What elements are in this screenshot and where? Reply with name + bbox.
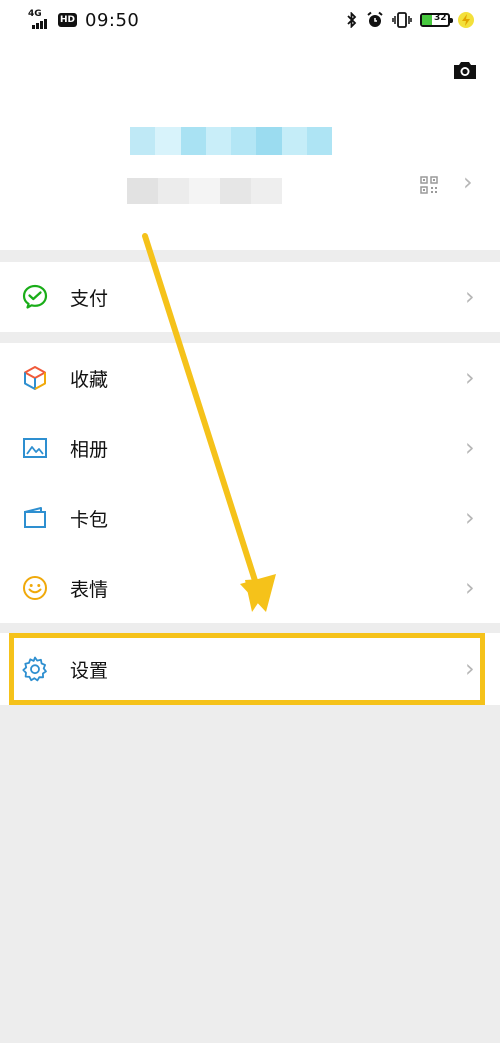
signal-icon: 4G <box>28 9 50 29</box>
wallet-icon <box>24 507 46 528</box>
profile-header[interactable]: › <box>0 40 500 250</box>
chevron-right-icon: › <box>465 654 475 683</box>
menu-item-settings-label: 设置 <box>70 659 109 682</box>
menu-item-stickers-label: 表情 <box>70 578 109 601</box>
menu-item-stickers[interactable]: 表情 › <box>0 553 500 623</box>
chevron-right-icon: › <box>465 433 475 462</box>
smile-icon <box>23 576 47 600</box>
battery-level: 32 <box>434 13 447 23</box>
menu-item-settings[interactable]: 设置 › <box>0 633 500 705</box>
chevron-right-icon: › <box>465 573 475 602</box>
cube-icon <box>24 366 46 390</box>
menu-group-pay: 支付 › <box>0 262 500 332</box>
chevron-right-icon: › <box>465 363 475 392</box>
chevron-right-icon: › <box>465 282 475 311</box>
battery-icon: 32 <box>420 13 453 27</box>
picture-icon <box>23 438 47 458</box>
menu-item-favorites[interactable]: 收藏 › <box>0 343 500 413</box>
network-type: 4G <box>28 9 42 19</box>
chevron-right-icon: › <box>463 168 473 196</box>
menu-item-cards[interactable]: 卡包 › <box>0 483 500 553</box>
bluetooth-icon <box>347 12 357 28</box>
hd-badge: HD <box>58 13 78 27</box>
menu-group-settings: 设置 › <box>0 633 500 705</box>
status-left: 4G HD 09:50 <box>28 9 140 31</box>
charging-icon <box>458 12 474 28</box>
qr-code-icon[interactable] <box>420 176 438 194</box>
gear-icon <box>22 656 47 682</box>
status-time: 09:50 <box>85 9 140 31</box>
chevron-right-icon: › <box>465 503 475 532</box>
menu-item-cards-label: 卡包 <box>70 508 109 531</box>
menu-item-pay-label: 支付 <box>70 287 109 310</box>
menu-item-album-label: 相册 <box>70 438 109 461</box>
profile-id-blurred <box>127 178 282 204</box>
vibrate-icon <box>392 12 412 28</box>
status-right: 32 <box>346 11 474 29</box>
alarm-icon <box>367 11 383 27</box>
profile-name-blurred <box>130 127 332 155</box>
menu-item-album[interactable]: 相册 › <box>0 413 500 483</box>
camera-icon[interactable] <box>452 58 478 82</box>
menu-item-favorites-label: 收藏 <box>70 368 109 391</box>
status-bar: 4G HD 09:50 32 <box>0 0 500 40</box>
menu-item-pay[interactable]: 支付 › <box>0 262 500 332</box>
wechat-pay-icon <box>22 284 48 309</box>
menu-group-content: 收藏 › 相册 › 卡包 › 表情 › <box>0 343 500 623</box>
